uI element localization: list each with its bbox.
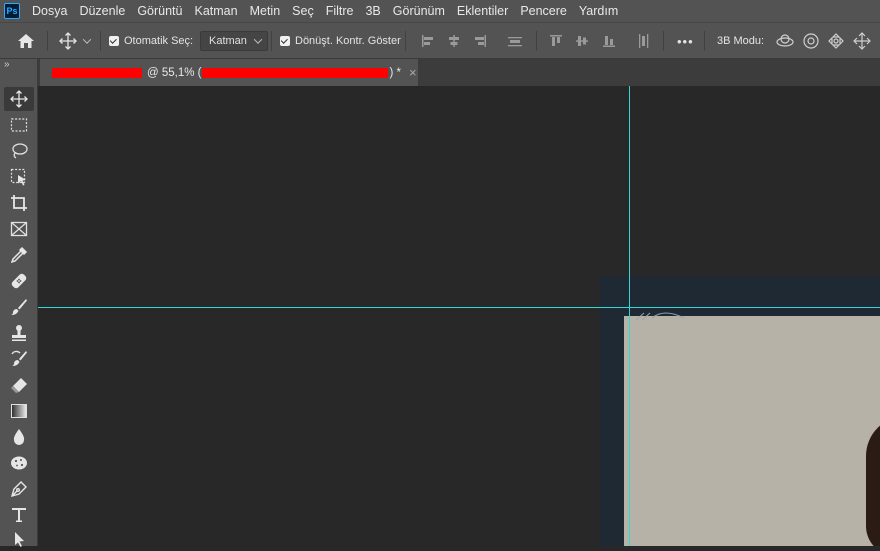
menu-goruntu[interactable]: Görüntü [131,4,188,18]
redacted-filename [52,67,142,78]
menu-katman[interactable]: Katman [188,4,243,18]
distribute-horizontal-icon[interactable] [507,23,523,59]
home-icon[interactable] [17,23,35,59]
brush-tool-icon[interactable] [4,295,34,319]
divider [663,31,664,51]
align-vertical-center-icon[interactable] [575,23,589,59]
photo-background-region [624,316,880,546]
frame-tool-icon[interactable] [4,217,34,241]
options-bar: Otomatik Seç: Katman Dönüşt. Kontr. Göst… [0,22,880,59]
move-tool-icon[interactable] [4,87,34,111]
tools-panel: » [0,59,38,547]
align-right-icon[interactable] [473,23,487,59]
collapse-panel-icon[interactable]: » [4,59,9,70]
redacted-document-info [201,67,388,78]
menu-sec[interactable]: Seç [286,4,320,18]
slide-3d-camera-icon[interactable] [852,23,872,59]
menu-metin[interactable]: Metin [244,4,287,18]
crop-tool-icon[interactable] [4,191,34,215]
align-left-icon[interactable] [421,23,435,59]
sponge-tool-icon[interactable] [4,451,34,475]
menu-bar: Ps Dosya Düzenle Görüntü Katman Metin Se… [0,0,880,22]
align-bottom-icon[interactable] [602,23,616,59]
show-transform-controls-checkbox[interactable]: Dönüşt. Kontr. Göster [280,23,401,59]
show-transform-controls-label: Dönüşt. Kontr. Göster [295,35,401,47]
checkbox-checked-icon [280,36,290,46]
eraser-tool-icon[interactable] [4,373,34,397]
clone-stamp-tool-icon[interactable] [4,321,34,345]
menu-yardim[interactable]: Yardım [573,4,624,18]
orbit-3d-camera-icon[interactable] [775,23,795,59]
distribute-vertical-icon[interactable] [636,23,650,59]
menu-duzenle[interactable]: Düzenle [73,4,131,18]
more-options-button[interactable]: ••• [677,23,694,59]
eyedropper-tool-icon[interactable] [4,243,34,267]
move-tool-preset-icon[interactable] [59,23,77,59]
menu-3b[interactable]: 3B [359,4,386,18]
divider [536,31,537,51]
history-brush-tool-icon[interactable] [4,347,34,371]
document-zoom-text: @ 55,1% ( [147,66,202,79]
document-tab-suffix: ) * [389,66,402,79]
spot-healing-brush-tool-icon[interactable] [4,269,34,293]
divider [704,31,705,51]
roll-3d-camera-icon[interactable] [802,23,820,59]
menu-gorunum[interactable]: Görünüm [387,4,451,18]
more-options-label: ••• [677,33,694,49]
menu-eklentiler[interactable]: Eklentiler [451,4,514,18]
align-top-icon[interactable] [549,23,563,59]
menu-pencere[interactable]: Pencere [514,4,573,18]
rectangular-marquee-tool-icon[interactable] [4,113,34,137]
blur-tool-icon[interactable] [4,425,34,449]
pen-tool-icon[interactable] [4,477,34,501]
checkbox-checked-icon [109,36,119,46]
auto-select-target-dropdown[interactable]: Katman [200,23,268,59]
divider [100,31,101,51]
gradient-tool-icon[interactable] [4,399,34,423]
menu-dosya[interactable]: Dosya [26,4,73,18]
auto-select-target-value: Katman [209,35,247,47]
divider [47,31,48,51]
auto-select-checkbox[interactable]: Otomatik Seç: [109,23,193,59]
close-tab-icon[interactable]: × [409,65,417,80]
document-tab-bar: @ 55,1% ( ) * × [38,59,880,86]
auto-select-label: Otomatik Seç: [124,35,194,47]
3d-mode-label: 3B Modu: [717,35,765,47]
path-selection-tool-icon[interactable] [4,527,34,551]
divider [271,31,272,51]
type-tool-icon[interactable] [4,503,34,527]
pan-3d-camera-icon[interactable] [827,23,845,59]
object-selection-tool-icon[interactable] [4,165,34,189]
lasso-tool-icon[interactable] [4,139,34,163]
align-horizontal-center-icon[interactable] [447,23,461,59]
chevron-down-icon [253,35,263,44]
horizontal-guide-line[interactable] [38,307,880,308]
document-tab[interactable]: @ 55,1% ( ) * × [40,59,418,86]
photo-light-reflection [635,312,685,321]
canvas-area[interactable] [38,86,880,546]
menu-filtre[interactable]: Filtre [320,4,360,18]
preset-chevron-down-icon[interactable] [82,23,92,59]
photoshop-logo-icon[interactable]: Ps [4,3,20,19]
vertical-guide-line[interactable] [629,86,630,546]
divider [405,31,406,51]
